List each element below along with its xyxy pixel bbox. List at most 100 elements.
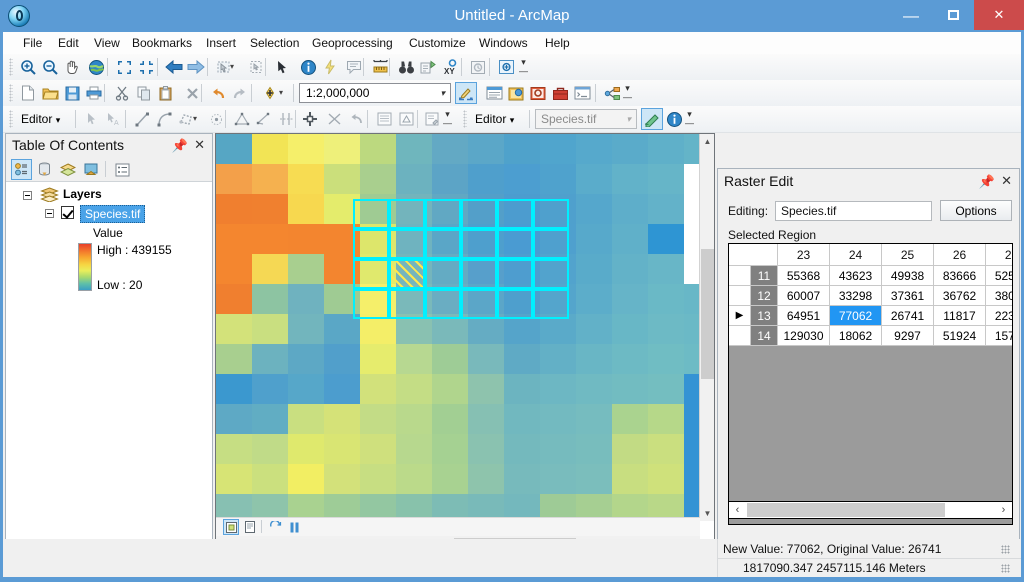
raster-cell[interactable] [576, 254, 612, 284]
grid-cell[interactable]: 11817 [934, 306, 986, 326]
raster-cell[interactable] [252, 344, 288, 374]
selection-cell[interactable] [353, 289, 389, 319]
raster-cell[interactable] [576, 434, 612, 464]
grid-row-header[interactable]: 11 [751, 266, 778, 286]
selection-cell[interactable] [497, 229, 533, 259]
selection-cell[interactable] [389, 199, 425, 229]
grid-column-header[interactable]: 27 [986, 244, 1012, 266]
raster-cell[interactable] [648, 254, 684, 284]
raster-cell[interactable] [468, 344, 504, 374]
python-window-icon[interactable] [571, 82, 593, 104]
grid-cell[interactable]: 52585 [986, 266, 1012, 286]
chevron-down-icon[interactable]: ▾ [440, 88, 445, 99]
selection-cell[interactable] [533, 259, 569, 289]
point-tool-icon[interactable] [205, 108, 227, 130]
expander-layers[interactable] [23, 191, 32, 200]
zoom-out-icon[interactable] [39, 56, 61, 78]
raster-cell[interactable] [432, 344, 468, 374]
raster-cell[interactable] [468, 374, 504, 404]
raster-cell[interactable] [504, 344, 540, 374]
raster-cell[interactable] [684, 284, 700, 314]
raster-cell[interactable] [216, 164, 252, 194]
raster-cell[interactable] [648, 374, 684, 404]
raster-cell[interactable] [216, 224, 252, 254]
raster-cell[interactable] [684, 164, 700, 194]
raster-cell[interactable] [432, 134, 468, 164]
selection-cell[interactable] [497, 199, 533, 229]
close-icon[interactable]: ✕ [1001, 173, 1012, 189]
editor-menu-button[interactable]: Editor ▾ [17, 109, 64, 129]
grid-column-header[interactable]: 26 [934, 244, 986, 266]
raster-cell[interactable] [288, 284, 324, 314]
chevron-down-icon[interactable]: ▾ [279, 88, 286, 98]
find-route-icon[interactable] [417, 56, 439, 78]
raster-identify-info-icon[interactable] [663, 108, 685, 130]
delete-x-icon[interactable] [181, 82, 203, 104]
raster-cell[interactable] [252, 314, 288, 344]
raster-cell[interactable] [684, 434, 700, 464]
raster-cell[interactable] [252, 404, 288, 434]
expander-species[interactable] [45, 209, 54, 218]
straight-segment-icon[interactable] [131, 108, 153, 130]
grid-column-header[interactable]: 23 [778, 244, 830, 266]
raster-cell[interactable] [540, 464, 576, 494]
menu-help[interactable]: Help [539, 32, 576, 54]
list-by-drawing-order-icon[interactable] [11, 159, 32, 180]
raster-cell[interactable] [396, 464, 432, 494]
toolbar-grip[interactable] [463, 110, 467, 128]
selection-cell[interactable] [389, 289, 425, 319]
grid-cell[interactable]: 38086 [986, 286, 1012, 306]
raster-cell[interactable] [216, 134, 252, 164]
grid-cell[interactable]: 22331 [986, 306, 1012, 326]
selection-cell[interactable] [533, 229, 569, 259]
grid-row-indicator-cell[interactable] [729, 326, 751, 346]
selection-cell[interactable] [533, 199, 569, 229]
raster-cell[interactable] [648, 164, 684, 194]
pan-hand-icon[interactable] [61, 56, 83, 78]
go-forward-extent-icon[interactable] [185, 56, 207, 78]
list-by-visibility-icon[interactable] [57, 159, 78, 180]
raster-cell[interactable] [576, 194, 612, 224]
toolbar-overflow-icon[interactable]: ▾ — [519, 58, 528, 76]
hyperlink-lightning-icon[interactable] [319, 56, 341, 78]
copy-icon[interactable] [133, 82, 155, 104]
raster-cell[interactable] [396, 344, 432, 374]
selection-cell[interactable] [497, 289, 533, 319]
raster-cell[interactable] [288, 344, 324, 374]
raster-cell[interactable] [288, 164, 324, 194]
raster-cell[interactable] [360, 404, 396, 434]
grid-horizontal-scrollbar[interactable]: ‹ › [728, 501, 1013, 519]
raster-cell[interactable] [540, 164, 576, 194]
model-builder-icon[interactable] [601, 82, 623, 104]
raster-cell[interactable] [360, 134, 396, 164]
split-tool-icon[interactable] [275, 108, 297, 130]
raster-cell[interactable] [612, 134, 648, 164]
grid-cell[interactable]: 9297 [882, 326, 934, 346]
editing-layer-field[interactable]: Species.tif [775, 201, 932, 221]
grid-cell[interactable]: 129030 [778, 326, 830, 346]
selection-cell[interactable] [353, 199, 389, 229]
raster-cell[interactable] [288, 224, 324, 254]
raster-cell[interactable] [468, 464, 504, 494]
raster-cell[interactable] [540, 374, 576, 404]
raster-cell[interactable] [324, 164, 360, 194]
raster-cell[interactable] [576, 284, 612, 314]
raster-cell[interactable] [648, 344, 684, 374]
maximize-button[interactable] [932, 0, 974, 30]
selection-cell[interactable] [461, 289, 497, 319]
reshape-feature-icon[interactable] [253, 108, 275, 130]
toolbar-overflow-icon[interactable]: ▾ — [685, 110, 694, 128]
raster-cell[interactable] [612, 284, 648, 314]
grid-cell[interactable]: 64951 [778, 306, 830, 326]
raster-cell[interactable] [648, 314, 684, 344]
toolbar-grip[interactable] [9, 84, 13, 102]
raster-cell[interactable] [396, 404, 432, 434]
catalog-window-icon[interactable] [505, 82, 527, 104]
raster-cell[interactable] [288, 434, 324, 464]
selection-cell[interactable] [425, 199, 461, 229]
raster-cell[interactable] [432, 164, 468, 194]
raster-cell[interactable] [360, 374, 396, 404]
layer-visibility-checkbox[interactable] [61, 206, 74, 219]
raster-cell[interactable] [288, 464, 324, 494]
toc-layer-label[interactable]: Species.tif [80, 205, 146, 223]
